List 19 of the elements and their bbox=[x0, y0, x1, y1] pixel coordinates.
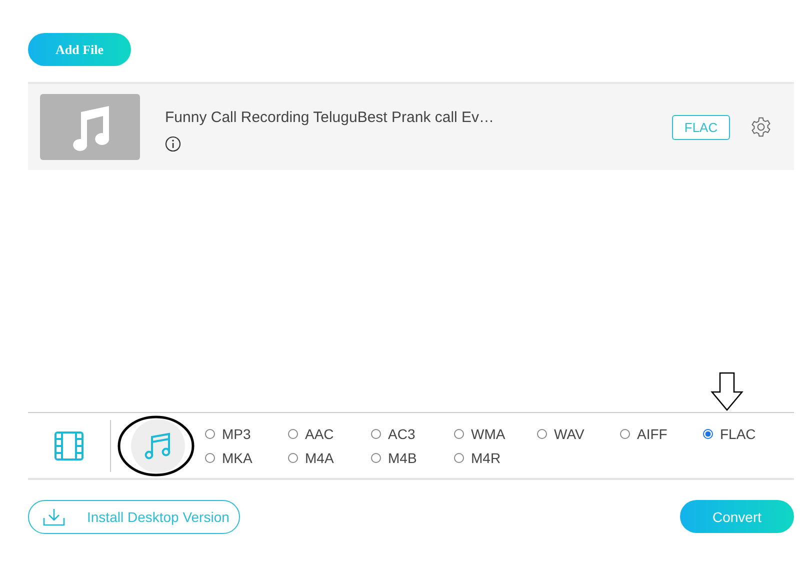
file-title: Funny Call Recording TeluguBest Prank call Ev… bbox=[165, 108, 496, 126]
format-option[interactable]: M4B bbox=[371, 450, 454, 466]
format-option[interactable]: MKA bbox=[205, 450, 288, 466]
format-option[interactable]: FLAC bbox=[703, 426, 786, 442]
info-icon[interactable] bbox=[165, 136, 181, 152]
format-option[interactable]: AIFF bbox=[620, 426, 703, 442]
music-note-icon bbox=[40, 94, 140, 160]
format-option[interactable]: WAV bbox=[537, 426, 620, 442]
format-option[interactable]: M4R bbox=[454, 450, 537, 466]
format-option[interactable]: M4A bbox=[288, 450, 371, 466]
format-option[interactable]: AAC bbox=[288, 426, 371, 442]
format-option[interactable]: AC3 bbox=[371, 426, 454, 442]
down-arrow-icon bbox=[710, 372, 744, 412]
format-option[interactable]: MP3 bbox=[205, 426, 288, 442]
music-note-icon bbox=[144, 430, 172, 460]
download-icon bbox=[43, 508, 65, 526]
settings-icon[interactable] bbox=[750, 116, 772, 138]
film-icon bbox=[54, 430, 84, 460]
format-option[interactable]: WMA bbox=[454, 426, 537, 442]
